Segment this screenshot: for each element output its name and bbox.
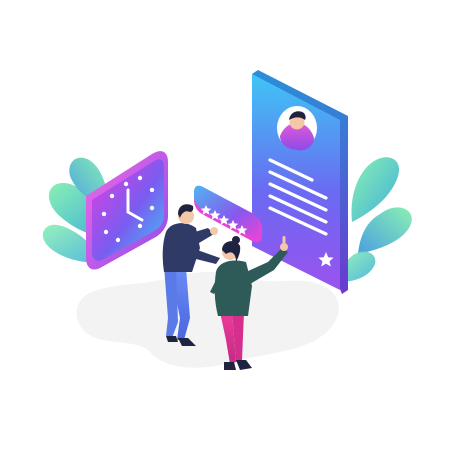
floor-shadow — [76, 271, 339, 368]
clock-icon — [86, 151, 168, 270]
profile-avatar-icon — [277, 106, 317, 151]
leaf-icon — [340, 157, 412, 282]
review-illustration — [42, 70, 412, 370]
profile-card — [252, 70, 348, 294]
